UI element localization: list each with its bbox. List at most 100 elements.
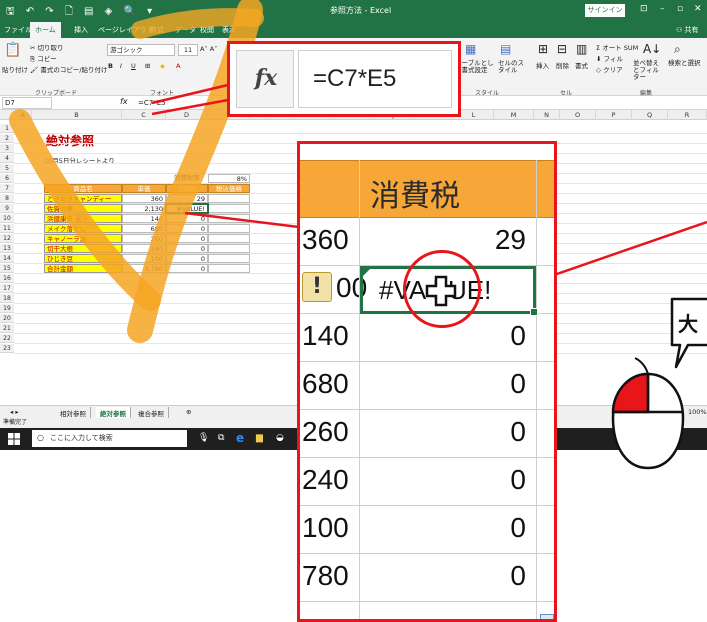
tab-page-layout[interactable]: ページレイアウト (98, 25, 154, 35)
tab-home[interactable]: ホーム (30, 22, 61, 38)
item-total-cell[interactable] (208, 224, 250, 233)
fill-handle[interactable] (530, 308, 538, 316)
item-price-cell[interactable]: 100 (122, 254, 166, 263)
insert-cells-icon[interactable]: ⊞ (538, 42, 548, 56)
edge-icon[interactable]: e (236, 431, 244, 445)
font-color-icon[interactable]: A (176, 62, 180, 70)
italic-button[interactable]: I (120, 62, 122, 70)
font-size-select[interactable]: 11 (178, 44, 198, 56)
add-sheet-button[interactable]: ⊕ (182, 407, 195, 417)
fx-button[interactable]: fx (120, 97, 128, 106)
row-header[interactable]: 4 (0, 154, 14, 163)
item-price-cell[interactable]: 240 (122, 244, 166, 253)
tab-review[interactable]: 校閲 (200, 25, 214, 35)
column-header[interactable]: O (560, 110, 596, 120)
format-cells-button[interactable]: 書式 (575, 60, 588, 70)
delete-cells-button[interactable]: 削除 (556, 60, 569, 70)
item-tax-cell[interactable]: 29 (166, 194, 208, 203)
zoom-level[interactable]: 100% (684, 407, 707, 417)
column-header[interactable]: D (166, 110, 208, 120)
row-header[interactable]: 12 (0, 234, 14, 243)
border-icon[interactable]: ⊞ (145, 62, 150, 70)
item-price-cell[interactable]: 260 (122, 234, 166, 243)
cell-style-icon[interactable]: ▤ (500, 42, 511, 56)
formula-input[interactable]: =C7*E5 (138, 97, 166, 109)
row-header[interactable]: 23 (0, 344, 14, 353)
autosum-button[interactable]: Σ オート SUM (596, 42, 638, 52)
find-select-icon[interactable]: ⌕ (674, 42, 681, 57)
tab-view[interactable]: 表示 (222, 25, 236, 35)
item-tax-cell[interactable]: 0 (166, 224, 208, 233)
item-price-cell[interactable]: 680 (122, 224, 166, 233)
find-select-button[interactable]: 検索と選択 (668, 60, 702, 67)
row-header[interactable]: 9 (0, 204, 14, 213)
table-header-total[interactable]: 税込価格 (208, 184, 250, 193)
table-header-tax[interactable]: 消費税 (166, 184, 208, 193)
item-tax-cell[interactable]: 0 (166, 254, 208, 263)
ribbon-display-icon[interactable]: ⊡ (640, 4, 648, 14)
column-header[interactable]: B (32, 110, 122, 120)
row-header[interactable]: 13 (0, 244, 14, 253)
tab-insert[interactable]: 挿入 (74, 25, 88, 35)
row-header[interactable]: 14 (0, 254, 14, 263)
copy-button[interactable]: ⎘ コピー (30, 53, 57, 64)
task-view-icon[interactable]: ⧉ (218, 433, 224, 443)
item-price-cell[interactable]: 3,780 (122, 264, 166, 273)
quick-access-toolbar[interactable]: 🖫 ↶ ↷ 🗋 ▤ ◈ 🔍 ▾ (6, 4, 156, 21)
insert-cells-button[interactable]: 挿入 (536, 60, 549, 70)
row-header[interactable]: 18 (0, 294, 14, 303)
item-total-cell[interactable] (208, 234, 250, 243)
close-icon[interactable]: ✕ (694, 4, 702, 14)
font-grow-icon[interactable]: A˄ A˅ (200, 45, 217, 53)
error-warning-icon[interactable]: ! (302, 272, 332, 302)
item-name-cell[interactable]: ひじき豆 (44, 254, 122, 263)
item-total-cell[interactable] (208, 254, 250, 263)
row-header[interactable]: 3 (0, 144, 14, 153)
item-name-cell[interactable]: キャノーラ油 (44, 234, 122, 243)
item-tax-cell[interactable]: 0 (166, 234, 208, 243)
column-header[interactable]: A (14, 110, 32, 120)
row-header[interactable]: 2 (0, 134, 14, 143)
cell-style-button[interactable]: セルのスタイル (498, 60, 530, 74)
row-header[interactable]: 7 (0, 184, 14, 193)
name-box[interactable]: D7 (2, 97, 52, 109)
sheet-nav-icon[interactable]: ◂ ▸ (6, 407, 23, 417)
column-header[interactable]: P (596, 110, 632, 120)
item-total-cell[interactable] (208, 264, 250, 273)
item-price-cell[interactable]: 2,130 (122, 204, 166, 213)
row-header[interactable]: 19 (0, 304, 14, 313)
paste-button[interactable]: 貼り付け (2, 64, 28, 74)
format-cells-icon[interactable]: ▥ (576, 42, 587, 56)
item-price-cell[interactable]: 360 (122, 194, 166, 203)
tax-rate-value[interactable]: 8% (208, 174, 250, 183)
tab-file[interactable]: ファイル (4, 25, 32, 35)
item-total-cell[interactable] (208, 194, 250, 203)
underline-button[interactable]: U (131, 62, 136, 70)
row-header[interactable]: 8 (0, 194, 14, 203)
mic-icon[interactable]: 🎙 (198, 433, 209, 443)
share-button[interactable]: ⚇ 共有 (676, 25, 699, 35)
row-header[interactable]: 22 (0, 334, 14, 343)
item-tax-cell[interactable]: 0 (166, 244, 208, 253)
tab-formulas[interactable]: 数式 (150, 25, 164, 35)
bold-button[interactable]: B (108, 62, 113, 70)
row-header[interactable]: 1 (0, 124, 14, 133)
store-icon[interactable]: ◒ (276, 433, 284, 443)
column-header[interactable]: C (122, 110, 166, 120)
table-header-name[interactable]: 商品名 (44, 184, 122, 193)
fill-button[interactable]: ⬇ フィル (596, 53, 623, 63)
item-name-cell[interactable]: 切干大根 (44, 244, 122, 253)
item-total-cell[interactable] (208, 214, 250, 223)
minimize-icon[interactable]: – (660, 4, 665, 14)
row-header[interactable]: 11 (0, 224, 14, 233)
explorer-icon[interactable]: ▆ (256, 433, 263, 443)
item-name-cell[interactable]: 合計金額 (44, 264, 122, 273)
sort-filter-button[interactable]: 並べ替えとフィルター (633, 60, 665, 81)
column-header[interactable]: N (534, 110, 560, 120)
delete-cells-icon[interactable]: ⊟ (557, 42, 567, 56)
table-header-price[interactable]: 単価 (122, 184, 166, 193)
sort-filter-icon[interactable]: A↓ (643, 42, 661, 56)
format-painter-button[interactable]: 🖌 書式のコピー/貼り付け (30, 64, 108, 74)
taskbar-search-input[interactable]: ここに入力して検索 (32, 430, 187, 447)
column-header[interactable]: Q (632, 110, 668, 120)
